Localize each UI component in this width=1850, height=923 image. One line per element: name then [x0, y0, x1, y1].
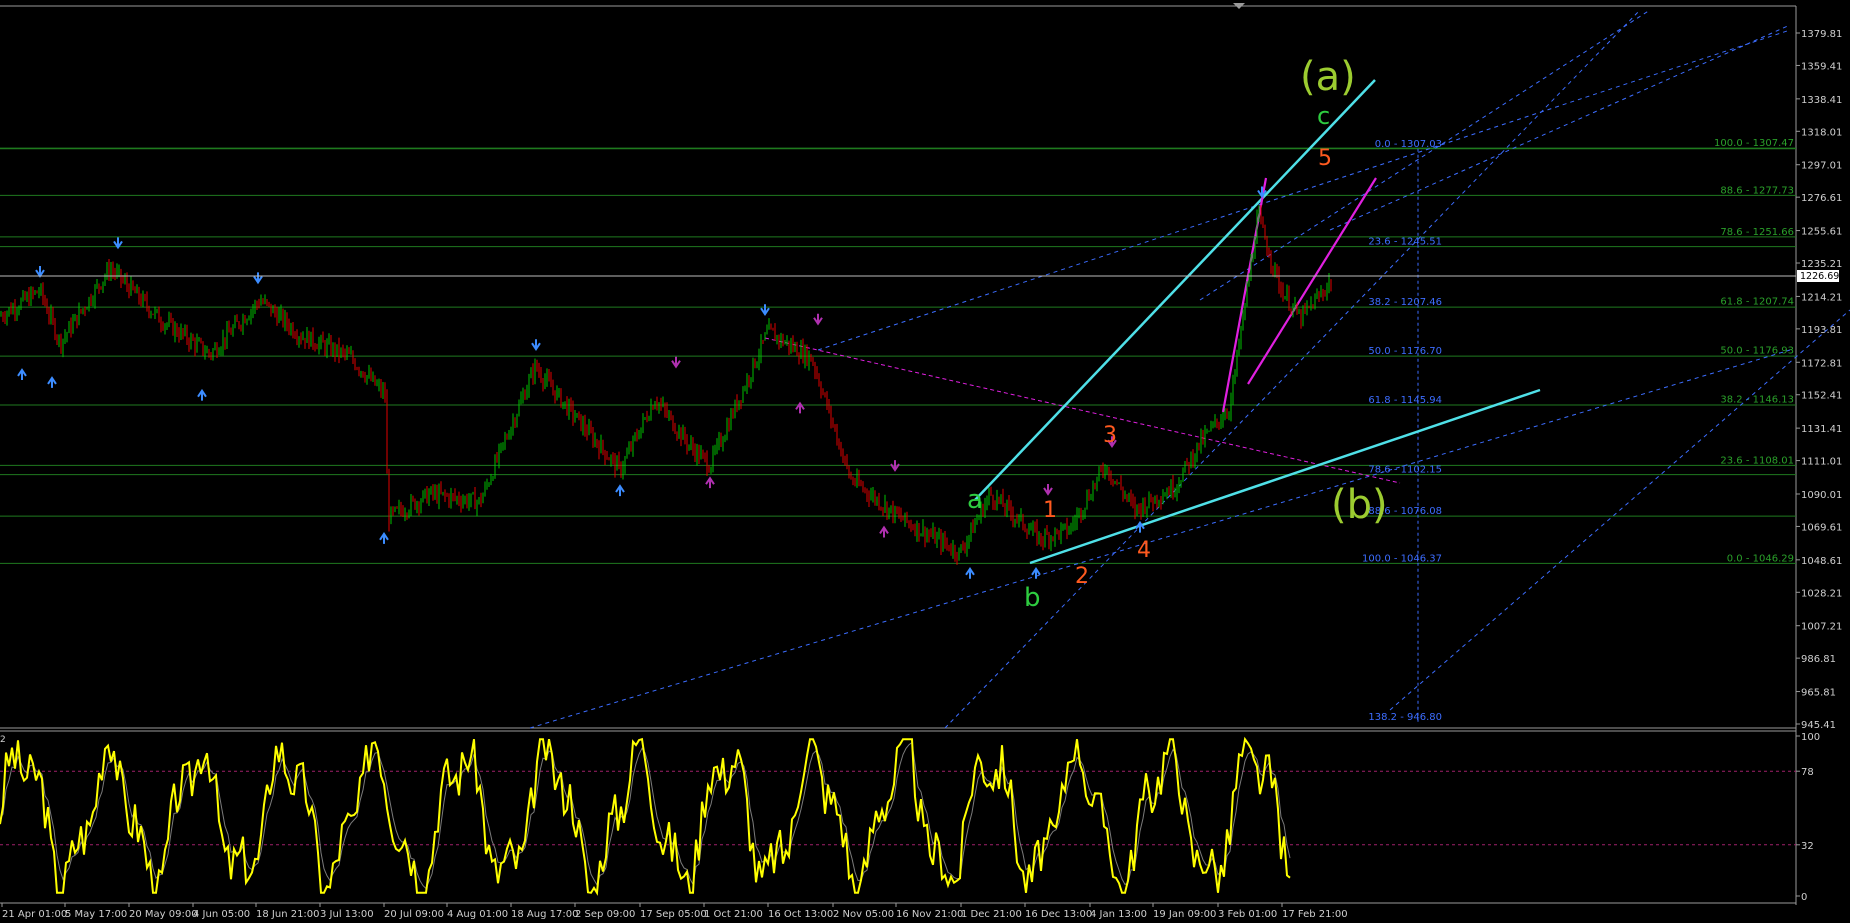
- time-tick-label: 5 May 17:00: [65, 909, 127, 920]
- price-tick-label: 965.81: [1801, 688, 1836, 699]
- price-tick-label: 1379.81: [1801, 29, 1842, 40]
- price-tick-label: 1276.61: [1801, 193, 1842, 204]
- oscillator-tick-label: 0: [1801, 892, 1807, 903]
- time-tick-label: 20 Jul 09:00: [384, 909, 444, 920]
- price-tick-label: 1318.01: [1801, 127, 1842, 138]
- fib-left-label: 138.2 - 946.80: [1368, 712, 1442, 723]
- price-tick-label: 1152.41: [1801, 391, 1842, 402]
- fib-right-label: 88.6 - 1277.73: [1720, 185, 1794, 196]
- fib-left-label: 23.6 - 1245.51: [1368, 237, 1442, 248]
- fib-right-label: 61.8 - 1207.74: [1720, 297, 1794, 308]
- time-tick-label: 20 May 09:00: [129, 909, 198, 920]
- time-tick-label: 19 Jan 09:00: [1153, 909, 1216, 920]
- fib-left-label: 61.8 - 1145.94: [1368, 395, 1442, 406]
- price-tick-label: 1297.01: [1801, 161, 1842, 172]
- price-tick-label: 1193.81: [1801, 325, 1842, 336]
- fib-right-label: 100.0 - 1307.47: [1714, 138, 1794, 149]
- price-chart[interactable]: 1379.81 1359.41 1338.41 1318.01 1297.01 1276.…: [0, 0, 1850, 923]
- time-tick-label: 16 Oct 13:00: [768, 909, 833, 920]
- fib-left-label: 78.6 - 1102.15: [1368, 465, 1442, 476]
- price-tick-label: 1235.21: [1801, 259, 1842, 270]
- price-tick-label: 945.41: [1801, 720, 1836, 731]
- wave-label-1: 1: [1043, 498, 1057, 523]
- oscillator-indicator-label: 2: [0, 735, 6, 745]
- fib-right-label: 0.0 - 1046.29: [1727, 554, 1794, 565]
- time-tick-label: 17 Feb 21:00: [1282, 909, 1348, 920]
- fib-left-label: 100.0 - 1046.37: [1362, 553, 1442, 564]
- time-tick-label: 21 Apr 01:00: [2, 909, 67, 920]
- fib-left-label: 38.2 - 1207.46: [1368, 297, 1442, 308]
- time-tick-label: 17 Sep 05:00: [640, 909, 707, 920]
- fib-left-label: 0.0 - 1307.03: [1375, 139, 1442, 150]
- wave-label-3: 3: [1103, 423, 1117, 448]
- price-tick-label: 1090.01: [1801, 490, 1842, 501]
- time-tick-label: 16 Dec 13:00: [1025, 909, 1092, 920]
- price-tick-label: 1214.21: [1801, 292, 1842, 303]
- oscillator-tick-label: 78: [1801, 767, 1814, 778]
- time-tick-label: 1 Oct 21:00: [704, 909, 763, 920]
- price-tick-label: 1007.21: [1801, 622, 1842, 633]
- price-tick-label: 1131.41: [1801, 424, 1842, 435]
- fib-right-label: 23.6 - 1108.01: [1720, 455, 1794, 466]
- time-tick-label: 4 Jan 13:00: [1090, 909, 1147, 920]
- price-tick-label: 1028.21: [1801, 588, 1842, 599]
- price-tick-label: 1359.41: [1801, 61, 1842, 72]
- fib-right-label: 50.0 - 1176.93: [1720, 346, 1794, 357]
- time-tick-label: 18 Aug 17:00: [511, 909, 578, 920]
- price-tick-label: 1048.61: [1801, 556, 1842, 567]
- price-tick-label: 1338.41: [1801, 95, 1842, 106]
- wave-label-b: b: [1024, 583, 1041, 613]
- fib-right-label: 38.2 - 1146.13: [1720, 395, 1794, 406]
- wave-label-c: c: [1317, 102, 1330, 130]
- time-tick-label: 4 Aug 01:00: [447, 909, 508, 920]
- time-tick-label: 1 Dec 21:00: [961, 909, 1022, 920]
- time-tick-label: 2 Nov 05:00: [833, 909, 894, 920]
- wave-label-5: 5: [1318, 146, 1332, 171]
- time-tick-label: 18 Jun 21:00: [256, 909, 320, 920]
- price-tick-label: 1172.81: [1801, 358, 1842, 369]
- time-tick-label: 4 Jun 05:00: [193, 909, 250, 920]
- price-tick-label: 1069.61: [1801, 522, 1842, 533]
- wave-label-2: 2: [1075, 564, 1089, 589]
- time-tick-label: 3 Feb 01:00: [1218, 909, 1277, 920]
- current-price-label: 1226.69: [1800, 271, 1839, 282]
- wave-label-big-b: (b): [1331, 482, 1388, 528]
- price-tick-label: 1255.61: [1801, 227, 1842, 238]
- fib-right-label: 78.6 - 1251.66: [1720, 227, 1794, 238]
- price-tick-label: 986.81: [1801, 654, 1836, 665]
- wave-label-4: 4: [1137, 538, 1151, 563]
- time-tick-label: 3 Jul 13:00: [320, 909, 374, 920]
- oscillator-tick-label: 32: [1801, 841, 1814, 852]
- wave-label-big-a: (a): [1300, 54, 1356, 100]
- wave-label-a: a: [967, 485, 983, 515]
- oscillator-tick-label: 100: [1801, 732, 1820, 743]
- fib-left-label: 50.0 - 1176.70: [1368, 346, 1442, 357]
- time-tick-label: 2 Sep 09:00: [575, 909, 635, 920]
- time-tick-label: 16 Nov 21:00: [896, 909, 963, 920]
- price-tick-label: 1111.01: [1801, 457, 1842, 468]
